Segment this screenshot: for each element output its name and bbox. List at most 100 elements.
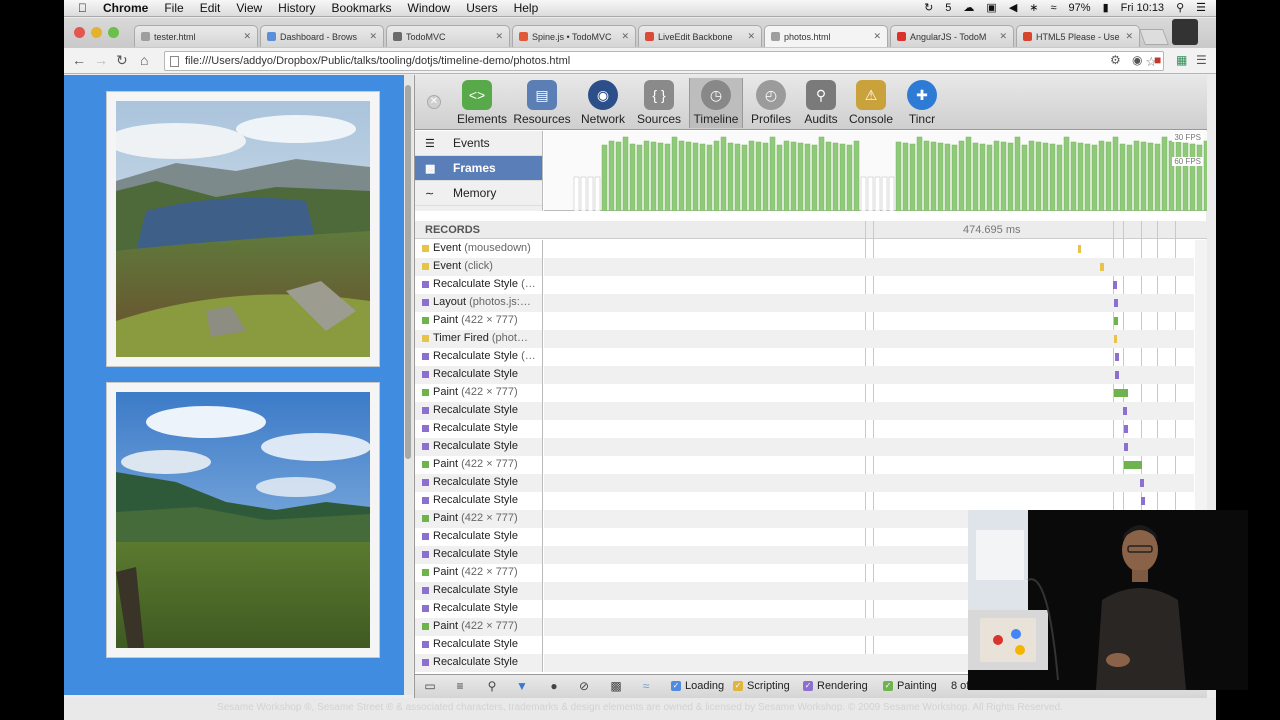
frame-bar[interactable] <box>1154 143 1161 211</box>
frame-bar[interactable] <box>790 141 797 211</box>
battery-icon[interactable]: ▮ <box>1103 1 1109 14</box>
record-row[interactable]: Recalculate Style <box>415 528 542 546</box>
filter-icon[interactable]: ▼ <box>513 679 531 695</box>
page-scrollbar[interactable] <box>404 75 413 695</box>
frame-bar[interactable] <box>720 136 727 211</box>
tab-elements[interactable]: <> Elements <box>457 78 507 128</box>
frame-bar[interactable] <box>874 176 881 211</box>
search-icon[interactable]: ⚲ <box>483 679 501 695</box>
menu-app-name[interactable]: Chrome <box>103 1 148 15</box>
menu-edit[interactable]: Edit <box>200 1 221 15</box>
photo-lake[interactable] <box>106 91 380 367</box>
checkbox-icon[interactable]: ✓ <box>803 681 813 691</box>
apple-menu-icon[interactable]:  <box>78 1 87 15</box>
overview-memory[interactable]: ∼ Memory <box>415 181 542 206</box>
extension-icon[interactable]: ■ <box>1154 53 1168 67</box>
checkbox-icon[interactable]: ✓ <box>671 681 681 691</box>
record-duration-bar[interactable] <box>1141 497 1145 505</box>
record-duration-bar[interactable] <box>1140 479 1144 487</box>
extension-icon[interactable]: ▦ <box>1176 53 1190 67</box>
category-scripting[interactable]: ✓ Scripting <box>733 680 790 692</box>
volume-icon[interactable]: ◀ <box>1009 1 1017 14</box>
category-rendering[interactable]: ✓ Rendering <box>803 680 868 692</box>
tab-5-active[interactable]: photos.html ✕ <box>764 25 888 47</box>
record-row[interactable]: Event (mousedown) <box>415 240 542 258</box>
record-duration-bar[interactable] <box>1115 353 1119 361</box>
garbage-collect-icon[interactable]: ▩ <box>607 679 625 695</box>
frame-bar[interactable] <box>797 142 804 211</box>
frame-bar[interactable] <box>1182 142 1189 211</box>
clock[interactable]: Fri 10:13 <box>1121 2 1164 14</box>
frame-bar[interactable] <box>608 140 615 211</box>
frame-bar[interactable] <box>881 176 888 211</box>
tab-console[interactable]: ⚠ Console <box>847 78 895 128</box>
frame-bar[interactable] <box>909 143 916 211</box>
frames-overview-graph[interactable]: 30 FPS 60 FPS <box>544 131 1207 211</box>
frame-bar[interactable] <box>1098 140 1105 211</box>
tab-close-icon[interactable]: ✕ <box>747 31 755 42</box>
frame-bar[interactable] <box>860 176 867 211</box>
back-arrow-icon[interactable]: ← <box>72 52 86 68</box>
frame-bar[interactable] <box>671 136 678 211</box>
frame-bar[interactable] <box>587 176 594 211</box>
tab-2[interactable]: TodoMVC ✕ <box>386 25 510 47</box>
frame-bar[interactable] <box>825 141 832 211</box>
record-row[interactable]: Recalculate Style <box>415 420 542 438</box>
frame-bar[interactable] <box>727 142 734 211</box>
record-duration-bar[interactable] <box>1100 263 1104 271</box>
frame-bar[interactable] <box>888 176 895 211</box>
console-drawer-icon[interactable]: ≡ <box>451 679 469 695</box>
spotlight-search-icon[interactable]: ⚲ <box>1176 1 1184 14</box>
forward-arrow-icon[interactable]: → <box>94 52 108 68</box>
window-zoom-button[interactable] <box>108 27 119 38</box>
status-count[interactable]: 5 <box>945 2 951 14</box>
tab-close-icon[interactable]: ✕ <box>369 31 377 42</box>
tab-close-icon[interactable]: ✕ <box>495 31 503 42</box>
tab-0[interactable]: tester.html ✕ <box>134 25 258 47</box>
frame-bar[interactable] <box>993 140 1000 211</box>
frame-bar[interactable] <box>699 143 706 211</box>
frame-bar[interactable] <box>1126 144 1133 211</box>
frame-bar[interactable] <box>986 144 993 211</box>
frame-bar[interactable] <box>1133 140 1140 211</box>
menu-users[interactable]: Users <box>466 1 497 15</box>
frame-bar[interactable] <box>650 141 657 211</box>
menu-bookmarks[interactable]: Bookmarks <box>332 1 392 15</box>
tab-1[interactable]: Dashboard - Brows ✕ <box>260 25 384 47</box>
reload-icon[interactable]: ↻ <box>116 52 128 69</box>
frame-bar[interactable] <box>965 136 972 211</box>
window-minimize-button[interactable] <box>91 27 102 38</box>
frame-bar[interactable] <box>622 136 629 211</box>
frame-bar[interactable] <box>1014 136 1021 211</box>
record-row[interactable]: Timer Fired (phot… <box>415 330 542 348</box>
overview-frames[interactable]: ▩ Frames <box>415 156 542 181</box>
frame-bar[interactable] <box>1119 143 1126 211</box>
frame-bar[interactable] <box>1161 136 1168 211</box>
category-loading[interactable]: ✓ Loading <box>671 680 724 692</box>
frame-bar[interactable] <box>1042 142 1049 211</box>
frame-bar[interactable] <box>1168 140 1175 211</box>
frame-bar[interactable] <box>685 141 692 211</box>
record-row[interactable]: Recalculate Style <box>415 474 542 492</box>
tab-sources[interactable]: { } Sources <box>635 78 683 128</box>
record-row[interactable]: Recalculate Style <box>415 600 542 618</box>
record-duration-bar[interactable] <box>1124 443 1128 451</box>
photo-meadow[interactable] <box>106 382 380 658</box>
frame-bar[interactable] <box>741 144 748 211</box>
dock-icon[interactable]: ▭ <box>421 679 439 695</box>
record-duration-bar[interactable] <box>1124 461 1142 469</box>
frame-bar[interactable] <box>944 143 951 211</box>
frame-bar[interactable] <box>762 142 769 211</box>
frame-bar[interactable] <box>895 141 902 211</box>
frame-bar[interactable] <box>1035 141 1042 211</box>
record-duration-bar[interactable] <box>1124 425 1128 433</box>
frame-bar[interactable] <box>972 142 979 211</box>
frame-bar[interactable] <box>902 142 909 211</box>
frame-bar[interactable] <box>923 140 930 211</box>
frame-bar[interactable] <box>804 143 811 211</box>
frame-bar[interactable] <box>573 176 580 211</box>
record-row[interactable]: Recalculate Style <box>415 438 542 456</box>
frame-bar[interactable] <box>769 136 776 211</box>
frame-bar[interactable] <box>867 176 874 211</box>
record-row[interactable]: Recalculate Style <box>415 492 542 510</box>
